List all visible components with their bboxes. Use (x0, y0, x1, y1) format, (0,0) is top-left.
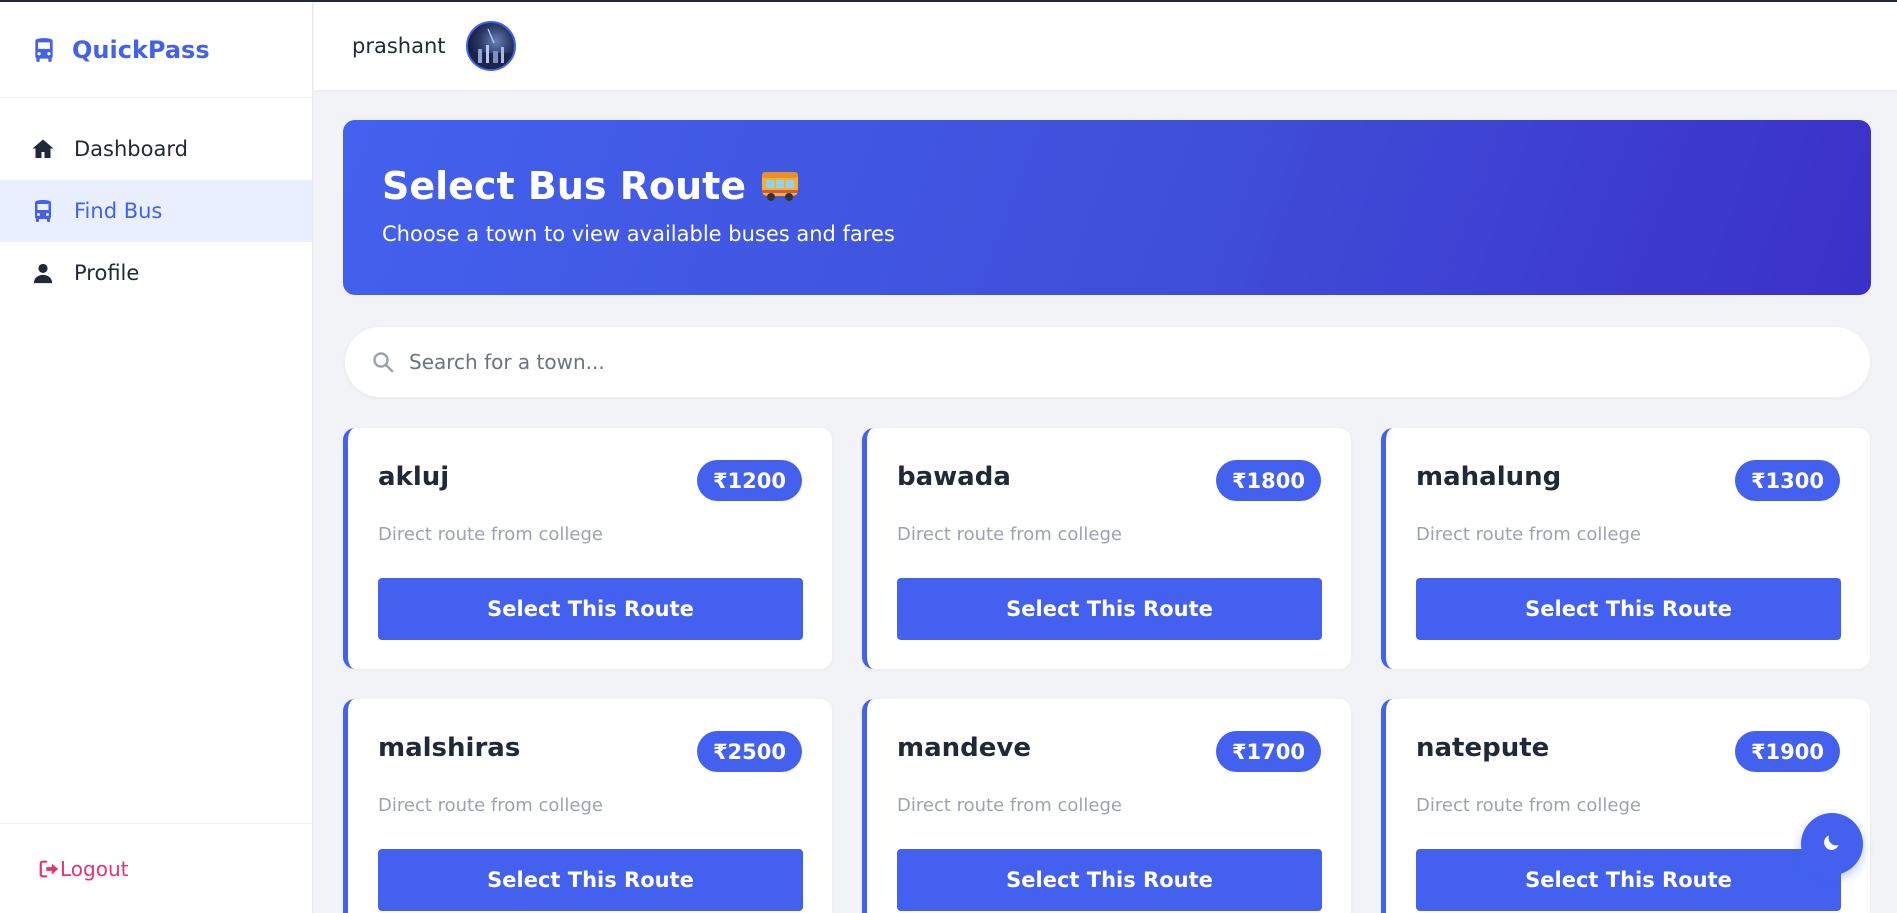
app-name: QuickPass (72, 35, 210, 64)
fare-badge: ₹1200 (696, 460, 802, 501)
route-card: bawada ₹1800 Direct route from college S… (862, 428, 1351, 669)
sidebar-nav: Dashboard Find Bus Profile (0, 118, 312, 304)
route-card: natepute ₹1900 Direct route from college… (1381, 699, 1870, 913)
fare-badge: ₹1700 (1215, 731, 1321, 772)
logout-area: Logout (0, 823, 312, 913)
sidebar-item-dashboard[interactable]: Dashboard (0, 118, 312, 180)
bus-emoji-icon (760, 169, 800, 203)
user-icon (30, 260, 56, 286)
route-description: Direct route from college (1416, 524, 1641, 545)
bus-icon (30, 36, 58, 64)
fare-badge: ₹1900 (1734, 731, 1840, 772)
page-title: Select Bus Route (382, 164, 1871, 208)
logout-label: Logout (60, 856, 129, 881)
username: prashant (352, 34, 446, 58)
top-border (0, 0, 1897, 2)
home-icon (30, 136, 56, 162)
select-route-button[interactable]: Select This Route (378, 578, 803, 640)
select-route-button[interactable]: Select This Route (1416, 849, 1841, 911)
sidebar-item-label: Find Bus (74, 199, 163, 223)
route-description: Direct route from college (897, 795, 1122, 816)
page-banner: Select Bus Route Choose a town to view a… (343, 120, 1871, 295)
brand[interactable]: QuickPass (0, 2, 312, 98)
route-town: mandeve (897, 733, 1031, 763)
sidebar: QuickPass Dashboard Find Bus Profile Log… (0, 2, 313, 913)
route-town: natepute (1416, 733, 1550, 763)
route-card: mahalung ₹1300 Direct route from college… (1381, 428, 1870, 669)
sidebar-item-label: Dashboard (74, 137, 188, 161)
sidebar-item-label: Profile (74, 261, 140, 285)
search-input[interactable] (409, 350, 1809, 374)
page-subtitle: Choose a town to view available buses an… (382, 222, 895, 246)
top-header: prashant (314, 2, 1897, 90)
route-town: mahalung (1416, 462, 1562, 492)
route-card: malshiras ₹2500 Direct route from colleg… (343, 699, 832, 913)
fare-badge: ₹2500 (696, 731, 802, 772)
search-icon (371, 350, 395, 374)
fare-badge: ₹1800 (1215, 460, 1321, 501)
bus-icon (30, 198, 56, 224)
theme-toggle-button[interactable] (1801, 813, 1863, 875)
fare-badge: ₹1300 (1734, 460, 1840, 501)
logout-button[interactable]: Logout (38, 857, 128, 881)
route-description: Direct route from college (378, 795, 603, 816)
select-route-button[interactable]: Select This Route (897, 578, 1322, 640)
moon-icon (1822, 832, 1842, 856)
route-description: Direct route from college (378, 524, 603, 545)
avatar[interactable] (465, 21, 516, 71)
logout-icon (38, 858, 60, 880)
sidebar-item-find-bus[interactable]: Find Bus (0, 180, 312, 242)
select-route-button[interactable]: Select This Route (378, 849, 803, 911)
select-route-button[interactable]: Select This Route (897, 849, 1322, 911)
route-town: akluj (378, 462, 450, 492)
select-route-button[interactable]: Select This Route (1416, 578, 1841, 640)
route-card: mandeve ₹1700 Direct route from college … (862, 699, 1351, 913)
sidebar-item-profile[interactable]: Profile (0, 242, 312, 304)
route-town: bawada (897, 462, 1011, 492)
route-description: Direct route from college (897, 524, 1122, 545)
route-town: malshiras (378, 733, 521, 763)
search-bar (345, 327, 1870, 397)
route-card: akluj ₹1200 Direct route from college Se… (343, 428, 832, 669)
page-title-text: Select Bus Route (382, 164, 747, 208)
route-grid: akluj ₹1200 Direct route from college Se… (343, 428, 1871, 913)
route-description: Direct route from college (1416, 795, 1641, 816)
